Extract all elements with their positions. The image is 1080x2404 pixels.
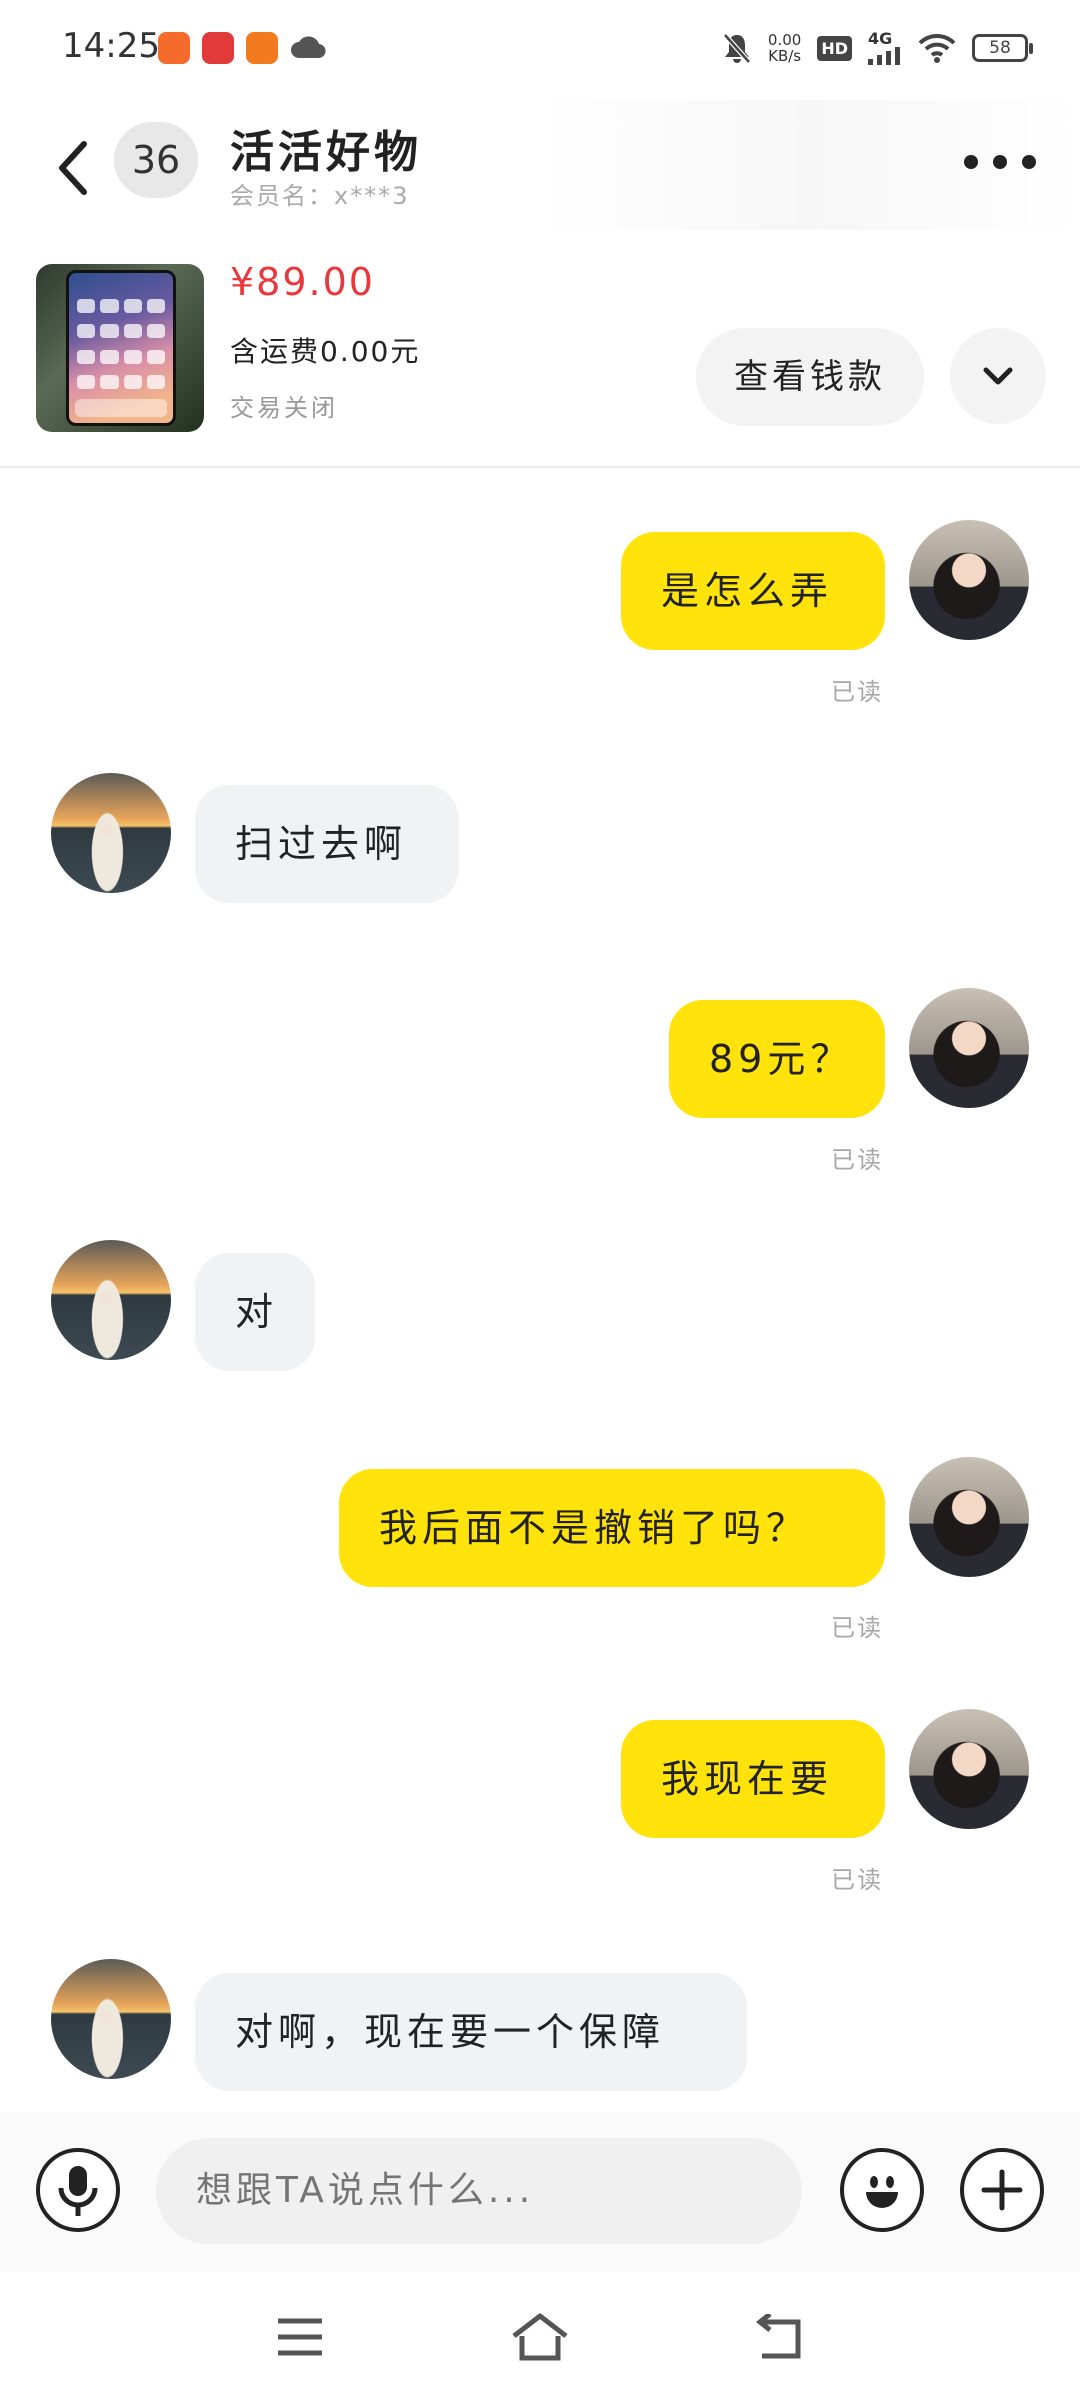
shipping-info: 含运费0.00元 bbox=[230, 335, 421, 368]
net-speed: 0.00 KB/s bbox=[768, 32, 801, 64]
notification-app-icon bbox=[202, 32, 234, 64]
notification-app-icon bbox=[158, 32, 190, 64]
return-icon[interactable] bbox=[756, 2314, 806, 2360]
view-payment-button[interactable]: 查看钱款 bbox=[696, 328, 924, 426]
network-type: 4G bbox=[868, 29, 893, 48]
message-bubble-other[interactable]: 对啊，现在要一个保障 bbox=[195, 1973, 747, 2091]
contact-avatar[interactable] bbox=[51, 1959, 171, 2079]
home-icon[interactable] bbox=[510, 2312, 570, 2362]
message-bubble-mine[interactable]: 我后面不是撤销了吗？ bbox=[339, 1469, 885, 1587]
message-input[interactable] bbox=[156, 2138, 802, 2244]
product-card[interactable]: ¥89.00 含运费0.00元 交易关闭 查看钱款 bbox=[0, 240, 1080, 468]
battery-icon: 58 bbox=[972, 34, 1033, 62]
message-bubble-mine[interactable]: 我现在要 bbox=[621, 1720, 885, 1838]
my-avatar[interactable] bbox=[909, 1709, 1029, 1829]
message-bubble-other[interactable]: 扫过去啊 bbox=[195, 785, 459, 903]
system-nav-bar bbox=[0, 2280, 1080, 2404]
net-speed-value: 0.00 bbox=[767, 31, 802, 49]
message-bubble-mine[interactable]: 是怎么弄 bbox=[621, 532, 885, 650]
chevron-down-icon bbox=[983, 367, 1013, 385]
mute-bell-icon bbox=[723, 33, 751, 64]
menu-icon[interactable] bbox=[276, 2316, 324, 2358]
plus-icon bbox=[981, 2169, 1023, 2211]
net-speed-unit: KB/s bbox=[768, 47, 802, 65]
read-receipt: 已读 bbox=[831, 1146, 883, 1174]
read-receipt: 已读 bbox=[831, 1614, 883, 1642]
status-bar: 14:25 0.00 KB/s HD 4G 58 bbox=[0, 0, 1080, 100]
contact-avatar[interactable] bbox=[51, 773, 171, 893]
member-name: 会员名：x***3 bbox=[230, 182, 410, 210]
wifi-icon bbox=[918, 33, 956, 63]
expand-button[interactable] bbox=[950, 328, 1046, 424]
product-thumbnail[interactable] bbox=[36, 264, 204, 432]
unread-count-badge[interactable]: 36 bbox=[114, 122, 198, 198]
back-icon[interactable] bbox=[50, 136, 96, 200]
notification-app-icon bbox=[246, 32, 278, 64]
read-receipt: 已读 bbox=[831, 1866, 883, 1894]
message-bubble-other[interactable]: 对 bbox=[195, 1253, 315, 1371]
read-receipt: 已读 bbox=[831, 678, 883, 706]
status-time: 14:25 bbox=[62, 26, 160, 66]
page-title[interactable]: 活活好物 bbox=[230, 116, 422, 180]
trade-status: 交易关闭 bbox=[230, 394, 338, 422]
voice-button[interactable] bbox=[36, 2148, 120, 2232]
emoji-button[interactable] bbox=[840, 2148, 924, 2232]
my-avatar[interactable] bbox=[909, 520, 1029, 640]
cell-signal: 4G bbox=[868, 31, 902, 65]
emoji-icon bbox=[866, 2176, 898, 2208]
microphone-icon bbox=[58, 2166, 98, 2216]
signal-bars-icon bbox=[868, 47, 900, 65]
more-icon[interactable] bbox=[964, 150, 1036, 174]
cloud-icon bbox=[291, 36, 326, 59]
add-button[interactable] bbox=[960, 2148, 1044, 2232]
phone-image bbox=[66, 270, 176, 426]
product-price: ¥89.00 bbox=[230, 260, 375, 304]
message-bubble-mine[interactable]: 89元？ bbox=[669, 1000, 885, 1118]
my-avatar[interactable] bbox=[909, 988, 1029, 1108]
contact-avatar[interactable] bbox=[51, 1240, 171, 1360]
hd-badge: HD bbox=[817, 35, 852, 61]
my-avatar[interactable] bbox=[909, 1457, 1029, 1577]
